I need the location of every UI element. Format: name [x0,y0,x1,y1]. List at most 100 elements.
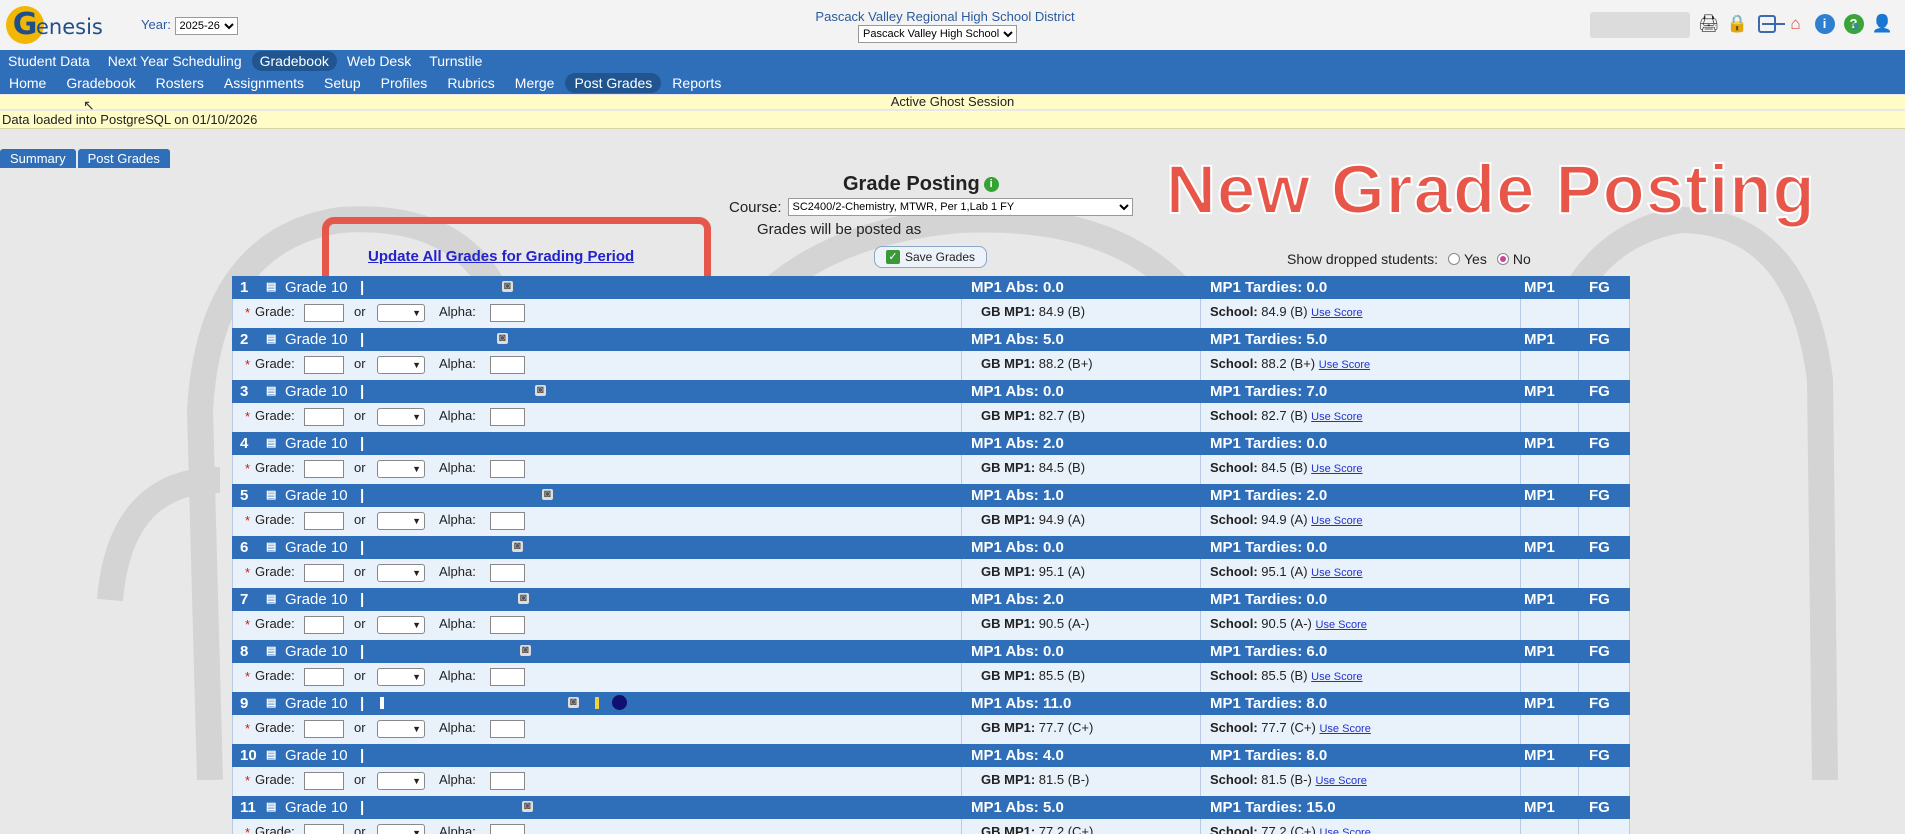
use-score-link[interactable]: Use Score [1316,775,1367,787]
grade-select[interactable]: ▼ [377,772,425,790]
use-score-link[interactable]: Use Score [1311,671,1362,683]
grade-input[interactable] [304,304,344,322]
print-icon[interactable]: ▤ [266,592,276,605]
grade-input[interactable] [304,772,344,790]
photo-icon[interactable]: ◙ [542,489,553,500]
help-icon[interactable]: ? 3 [1842,11,1865,36]
print-icon[interactable]: ▤ [266,488,276,501]
save-grades-button[interactable]: ✓ Save Grades [874,246,987,268]
use-score-link[interactable]: Use Score [1311,307,1362,319]
submenu-assignments[interactable]: Assignments [215,73,313,93]
menu-student-data[interactable]: Student Data [0,51,98,71]
submenu-post-grades[interactable]: Post Grades [565,73,662,93]
printer-icon[interactable]: 🖨 [1697,11,1720,36]
submenu-rosters[interactable]: Rosters [147,73,213,93]
grade-select[interactable]: ▼ [377,408,425,426]
dropped-yes-radio[interactable] [1448,253,1460,265]
tab-post-grades[interactable]: Post Grades [77,149,170,168]
alpha-input[interactable] [490,668,525,686]
print-icon[interactable]: ▤ [266,644,276,657]
alpha-input[interactable] [490,824,525,834]
submenu-home[interactable]: Home [0,73,55,93]
year-select[interactable]: 2025-26 [174,17,238,35]
update-all-grades-link[interactable]: Update All Grades for Grading Period [368,248,634,265]
menu-web-desk[interactable]: Web Desk [339,51,419,71]
grade-select[interactable]: ▼ [377,304,425,322]
use-score-link[interactable]: Use Score [1319,827,1370,834]
use-score-link[interactable]: Use Score [1319,359,1370,371]
lock-icon[interactable]: 🔒 [1726,11,1749,36]
alpha-input[interactable] [490,616,525,634]
photo-icon[interactable]: ◙ [518,593,529,604]
use-score-link[interactable]: Use Score [1311,515,1362,527]
info-icon[interactable]: i [1813,11,1836,36]
window-icon[interactable] [1755,11,1785,36]
grade-select[interactable]: ▼ [377,668,425,686]
grade-input[interactable] [304,408,344,426]
info-icon[interactable]: i [983,177,999,193]
print-icon[interactable]: ▤ [266,332,276,345]
dropped-no-radio[interactable] [1496,253,1509,265]
use-score-link[interactable]: Use Score [1319,723,1370,735]
print-icon[interactable]: ▤ [266,540,276,553]
grade-input[interactable] [304,616,344,634]
menu-next-year-scheduling[interactable]: Next Year Scheduling [100,51,250,71]
submenu-profiles[interactable]: Profiles [372,73,437,93]
tab-summary[interactable]: Summary [0,149,76,168]
grade-input[interactable] [304,356,344,374]
grade-input[interactable] [304,668,344,686]
submenu-gradebook[interactable]: Gradebook [57,73,144,93]
submenu-setup[interactable]: Setup [315,73,370,93]
use-score-link[interactable]: Use Score [1311,567,1362,579]
print-icon[interactable]: ▤ [266,800,276,813]
use-score-link[interactable]: Use Score [1311,411,1362,423]
genesis-logo[interactable]: G enesis [6,6,103,44]
photo-icon[interactable]: ◙ [568,697,579,708]
alpha-input[interactable] [490,304,525,322]
user-icon[interactable]: 👤 [1871,11,1894,36]
alpha-input[interactable] [490,408,525,426]
submenu-rubrics[interactable]: Rubrics [438,73,503,93]
grade-input[interactable] [304,512,344,530]
alpha-input[interactable] [490,460,525,478]
grade-input[interactable] [304,720,344,738]
home-icon[interactable]: ⌂ [1784,11,1807,36]
grade-input[interactable] [304,824,344,834]
alpha-input[interactable] [490,720,525,738]
grade-input[interactable] [304,564,344,582]
photo-icon[interactable]: ◙ [522,801,533,812]
submenu-merge[interactable]: Merge [506,73,564,93]
grade-select[interactable]: ▼ [377,720,425,738]
grade-select[interactable]: ▼ [377,512,425,530]
menu-gradebook[interactable]: Gradebook [251,51,337,71]
print-icon[interactable]: ▤ [266,696,276,709]
alpha-input[interactable] [490,772,525,790]
photo-icon[interactable]: ◙ [512,541,523,552]
grade-select[interactable]: ▼ [377,564,425,582]
submenu-reports[interactable]: Reports [663,73,730,93]
grade-select[interactable]: ▼ [377,460,425,478]
grade-select[interactable]: ▼ [377,824,425,834]
print-icon[interactable]: ▤ [266,436,276,449]
alpha-input[interactable] [490,564,525,582]
grade-entry-row: * Grade: or ▼ Alpha: GB MP1: 84.5 (B) Sc… [232,455,1630,484]
alpha-input[interactable] [490,356,525,374]
photo-icon[interactable]: ◙ [497,333,508,344]
photo-icon[interactable]: ◙ [502,281,513,292]
use-score-link[interactable]: Use Score [1311,463,1362,475]
school-select[interactable]: Pascack Valley High School [858,25,1017,43]
course-select[interactable]: SC2400/2-Chemistry, MTWR, Per 1,Lab 1 FY [787,198,1133,216]
or-label: or [354,668,366,683]
mp1-tardies: MP1 Tardies: 8.0 [1210,695,1328,712]
photo-icon[interactable]: ◙ [520,645,531,656]
print-icon[interactable]: ▤ [266,280,276,293]
menu-turnstile[interactable]: Turnstile [421,51,490,71]
grade-input[interactable] [304,460,344,478]
use-score-link[interactable]: Use Score [1316,619,1367,631]
print-icon[interactable]: ▤ [266,748,276,761]
photo-icon[interactable]: ◙ [535,385,546,396]
grade-select[interactable]: ▼ [377,616,425,634]
alpha-input[interactable] [490,512,525,530]
print-icon[interactable]: ▤ [266,384,276,397]
grade-select[interactable]: ▼ [377,356,425,374]
